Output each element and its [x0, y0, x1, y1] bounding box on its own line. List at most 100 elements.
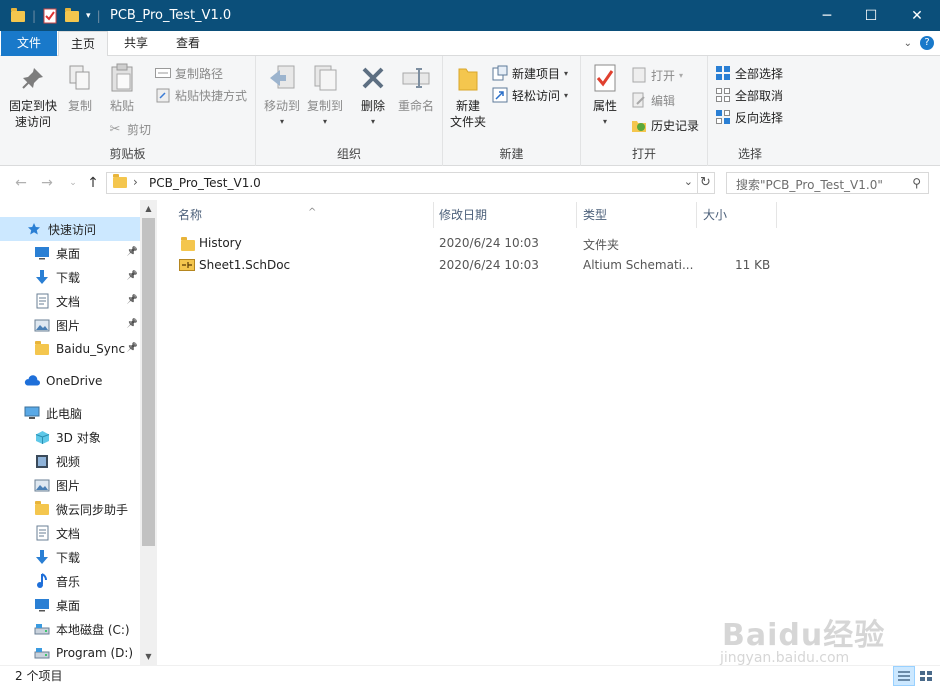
new-folder-icon[interactable] — [64, 7, 80, 24]
nav-item[interactable]: 桌面 📌 — [0, 241, 140, 265]
paste-shortcut-button[interactable]: 粘贴快捷方式 — [155, 85, 247, 105]
rename-button[interactable]: 重命名 — [394, 62, 438, 114]
file-row[interactable]: Sheet1.SchDoc 2020/6/24 10:03 Altium Sch… — [170, 255, 930, 277]
column-header-date[interactable]: 修改日期 — [431, 202, 577, 228]
search-input[interactable]: 搜索"PCB_Pro_Test_V1.0" — [736, 176, 883, 193]
file-type: Altium Schemati... — [583, 258, 694, 272]
nav-item[interactable]: 音乐 — [0, 569, 140, 593]
column-header-type[interactable]: 类型 — [575, 202, 697, 228]
nav-item[interactable]: 本地磁盘 (C:) — [0, 617, 140, 641]
file-date: 2020/6/24 10:03 — [439, 258, 539, 272]
forward-arrow-icon[interactable]: → — [38, 174, 56, 192]
drive-icon — [34, 621, 50, 637]
move-to-label: 移动到 — [263, 99, 300, 113]
scroll-thumb[interactable] — [142, 218, 155, 546]
minimize-button[interactable]: ─ — [804, 0, 850, 31]
move-to-button[interactable]: 移动到 ▾ — [261, 62, 303, 130]
search-icon[interactable]: ⚲ — [912, 176, 921, 190]
paste-button[interactable]: 粘贴 — [102, 62, 142, 114]
star-icon — [26, 221, 42, 237]
invert-selection-button[interactable]: 反向选择 — [715, 107, 783, 127]
close-button[interactable]: ✕ — [894, 0, 940, 31]
select-none-button[interactable]: 全部取消 — [715, 85, 783, 105]
document-icon — [34, 525, 50, 541]
column-header-name[interactable]: 名称 ^ — [170, 202, 434, 228]
customize-dropdown-icon[interactable]: ▾ — [86, 11, 91, 21]
nav-item[interactable]: 快速访问 — [0, 217, 140, 241]
nav-item-label: 本地磁盘 (C:) — [56, 622, 130, 637]
navigation-pane: ▲ ▼ 快速访问 桌面 📌 下载 📌 文档 📌 图片 📌 Baidu_Sync 📌 OneDrive 此… — [0, 200, 158, 665]
nav-item[interactable]: 文档 — [0, 521, 140, 545]
window-title: PCB_Pro_Test_V1.0 — [110, 8, 232, 23]
details-view-icon[interactable] — [893, 666, 915, 686]
nav-item[interactable]: OneDrive — [0, 369, 140, 393]
file-row[interactable]: History 2020/6/24 10:03 文件夹 — [170, 233, 930, 255]
nav-item[interactable]: 桌面 — [0, 593, 140, 617]
nav-item[interactable]: 图片 📌 — [0, 313, 140, 337]
new-folder-button[interactable]: 新建 文件夹 — [447, 62, 489, 130]
properties-icon[interactable] — [42, 8, 58, 24]
open-button[interactable]: 打开 ▾ — [631, 65, 683, 85]
tab-file[interactable]: 文件 — [1, 31, 57, 56]
large-icons-view-icon[interactable] — [915, 666, 937, 686]
copy-path-button[interactable]: 复制路径 — [155, 63, 223, 83]
nav-item[interactable]: 文档 📌 — [0, 289, 140, 313]
copy-button[interactable]: 复制 — [62, 62, 98, 114]
easy-access-button[interactable]: 轻松访问 ▾ — [492, 85, 568, 105]
nav-item[interactable]: 下载 📌 — [0, 265, 140, 289]
nav-item[interactable]: 此电脑 — [0, 401, 140, 425]
cut-button[interactable]: ✂ 剪切 — [107, 119, 151, 139]
drive-icon — [34, 645, 50, 661]
scroll-up-icon[interactable]: ▲ — [140, 200, 157, 217]
ribbon-tabs: 文件 主页 共享 查看 ⌄ ? — [0, 31, 940, 57]
expand-ribbon-icon[interactable]: ⌄ — [904, 38, 912, 49]
nav-item[interactable]: 视频 — [0, 449, 140, 473]
tab-share[interactable]: 共享 — [112, 31, 160, 56]
help-icon[interactable]: ? — [920, 36, 934, 50]
breadcrumb-path[interactable]: PCB_Pro_Test_V1.0 — [149, 176, 261, 190]
nav-item[interactable]: Baidu_Sync 📌 — [0, 337, 140, 361]
paste-label: 粘贴 — [109, 99, 134, 113]
properties-button[interactable]: 属性 ▾ — [587, 62, 623, 130]
nav-item-label: 3D 对象 — [56, 430, 101, 445]
column-header-size[interactable]: 大小 — [695, 202, 777, 228]
easy-access-label: 轻松访问 — [512, 88, 561, 103]
open-icon — [631, 67, 647, 83]
nav-scrollbar[interactable]: ▲ ▼ — [140, 200, 157, 665]
back-arrow-icon[interactable]: ← — [12, 174, 30, 192]
copy-to-button[interactable]: 复制到 ▾ — [304, 62, 346, 130]
refresh-icon[interactable]: ↻ — [697, 172, 715, 194]
new-group-label: 新建 — [499, 147, 524, 161]
maximize-button[interactable]: ☐ — [848, 0, 894, 31]
file-name: History — [199, 236, 242, 250]
tab-view[interactable]: 查看 — [164, 31, 212, 56]
tab-home[interactable]: 主页 — [58, 31, 108, 57]
recent-locations-chevron-icon[interactable]: ⌄ — [64, 174, 82, 192]
desktop-icon — [34, 245, 50, 261]
address-bar[interactable]: › PCB_Pro_Test_V1.0 ⌄ — [106, 172, 698, 194]
nav-item[interactable]: 3D 对象 — [0, 425, 140, 449]
edit-button[interactable]: 编辑 — [631, 90, 675, 110]
search-box[interactable]: 搜索"PCB_Pro_Test_V1.0" ⚲ — [726, 172, 929, 194]
nav-item[interactable]: 下载 — [0, 545, 140, 569]
delete-button[interactable]: 删除 ▾ — [356, 62, 390, 130]
nav-item[interactable]: 图片 — [0, 473, 140, 497]
nav-item[interactable]: 微云同步助手 — [0, 497, 140, 521]
rename-icon — [400, 62, 432, 94]
address-history-chevron-icon[interactable]: ⌄ — [684, 175, 693, 188]
chevron-down-icon: ▾ — [370, 117, 375, 126]
select-all-button[interactable]: 全部选择 — [715, 63, 783, 83]
watermark-main: Baidu经验 — [722, 618, 886, 653]
folder-icon — [34, 500, 50, 517]
cloud-icon — [24, 373, 40, 389]
new-item-button[interactable]: 新建项目 ▾ — [492, 63, 568, 83]
nav-item-label: 微云同步助手 — [56, 502, 129, 517]
scroll-down-icon[interactable]: ▼ — [140, 648, 157, 665]
invert-selection-label: 反向选择 — [735, 110, 784, 125]
pin-icon: 📌 — [126, 247, 138, 257]
history-button[interactable]: 历史记录 — [631, 115, 699, 135]
pin-quick-access-button[interactable]: 固定到快 速访问 — [6, 62, 60, 130]
up-arrow-icon[interactable]: ↑ — [84, 174, 102, 192]
schdoc-file-icon — [179, 259, 195, 274]
nav-item[interactable]: Program (D:) — [0, 641, 140, 665]
